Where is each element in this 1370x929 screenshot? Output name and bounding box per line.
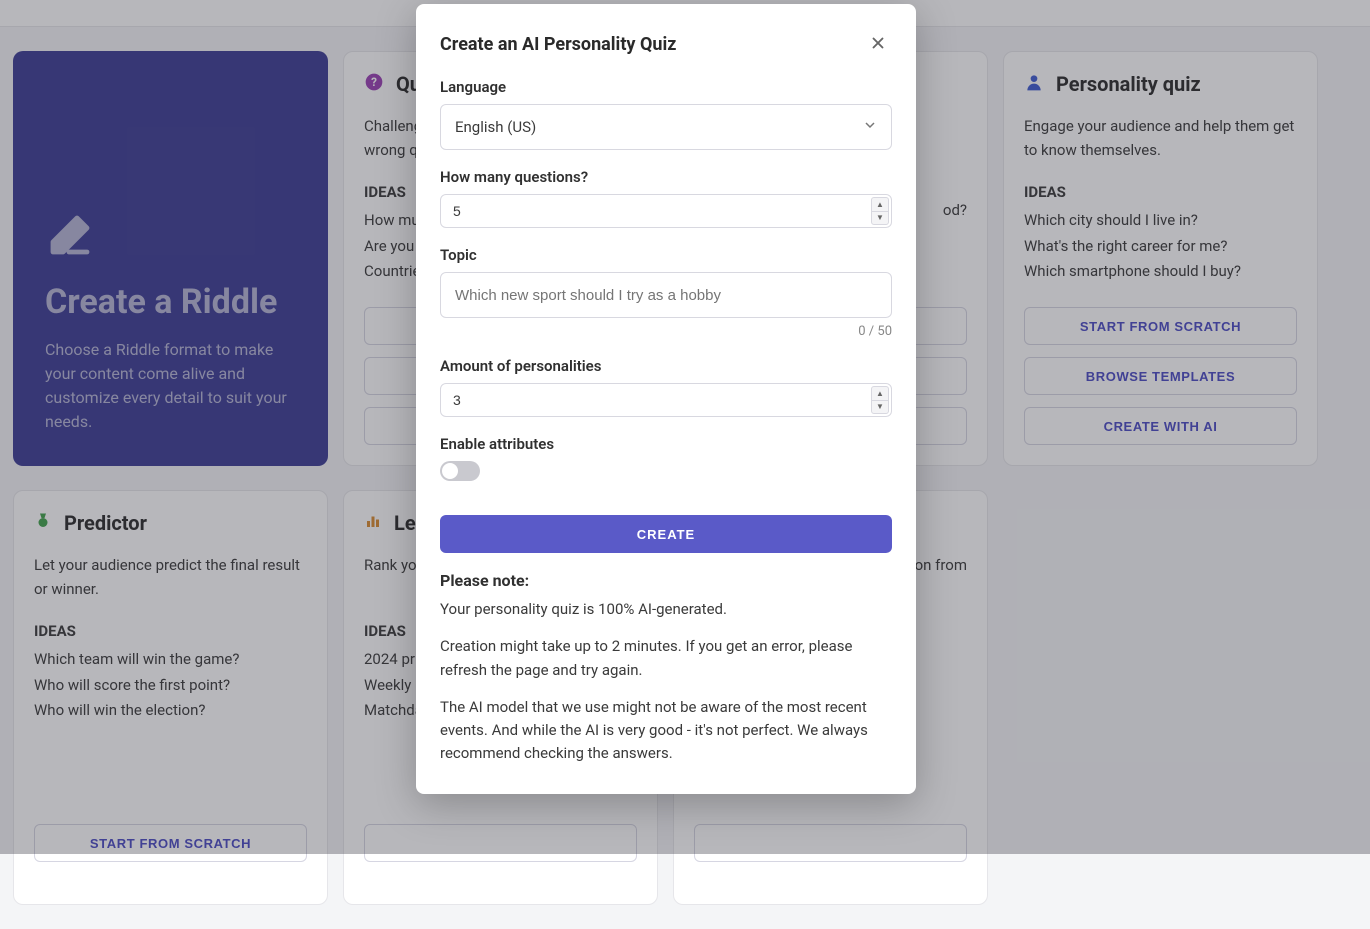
personalities-input[interactable] [440, 383, 892, 417]
questions-label: How many questions? [440, 168, 892, 186]
note-title: Please note: [440, 571, 892, 590]
predictor-action-2[interactable] [34, 874, 307, 884]
topic-input[interactable] [440, 272, 892, 318]
topic-label: Topic [440, 246, 892, 264]
personalities-stepper[interactable]: ▲ ▼ [871, 386, 889, 414]
questions-input[interactable] [440, 194, 892, 228]
step-up-icon[interactable]: ▲ [872, 387, 888, 401]
step-up-icon[interactable]: ▲ [872, 198, 888, 212]
attributes-toggle[interactable] [440, 461, 480, 481]
modal-title: Create an AI Personality Quiz [440, 34, 676, 55]
topic-counter: 0 / 50 [440, 324, 892, 339]
language-label: Language [440, 78, 892, 96]
create-ai-quiz-modal: Create an AI Personality Quiz Language E… [416, 4, 916, 794]
language-select[interactable]: English (US) [440, 104, 892, 150]
step-down-icon[interactable]: ▼ [872, 401, 888, 414]
hidden-action[interactable] [694, 874, 967, 884]
create-button[interactable]: CREATE [440, 515, 892, 553]
note-paragraph: Your personality quiz is 100% AI-generat… [440, 598, 892, 621]
note-paragraph: Creation might take up to 2 minutes. If … [440, 635, 892, 682]
close-button[interactable] [864, 30, 892, 58]
questions-stepper[interactable]: ▲ ▼ [871, 197, 889, 225]
close-icon [869, 34, 887, 55]
step-down-icon[interactable]: ▼ [872, 212, 888, 225]
leaderboard-action-2[interactable] [364, 874, 637, 884]
attributes-label: Enable attributes [440, 435, 892, 453]
language-value: English (US) [455, 118, 536, 136]
note-paragraph: The AI model that we use might not be aw… [440, 696, 892, 766]
personalities-label: Amount of personalities [440, 357, 892, 375]
